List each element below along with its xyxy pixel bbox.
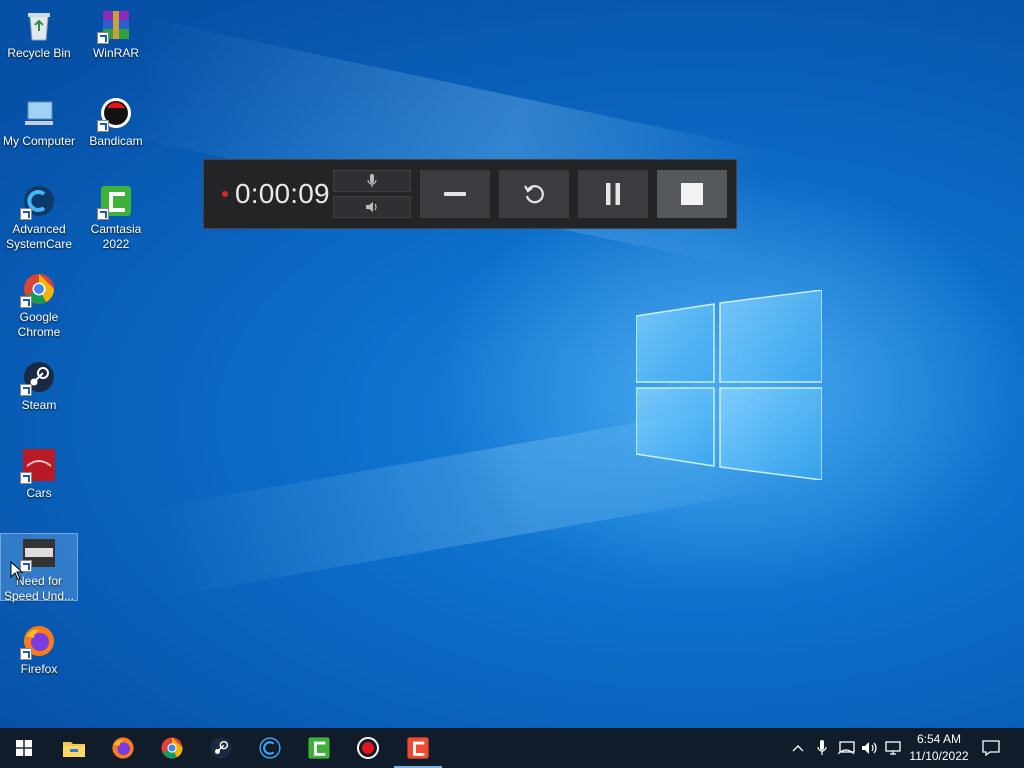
advanced-systemcare-icon [20, 184, 56, 220]
advanced-systemcare-icon [259, 737, 281, 759]
pause-icon [606, 183, 620, 205]
mouse-cursor [10, 561, 24, 581]
camtasia-recorder-icon [407, 737, 429, 759]
winrar-icon [97, 8, 133, 44]
desktop-icon-bandicam[interactable]: Bandicam [78, 90, 154, 162]
shortcut-arrow-icon [20, 384, 32, 396]
bandicam-icon [357, 737, 379, 759]
shortcut-arrow-icon [97, 32, 109, 44]
chrome-icon [20, 272, 56, 308]
tray-network[interactable] [836, 738, 856, 758]
camtasia-icon [308, 737, 330, 759]
recording-timer: 0:00:09 [235, 178, 330, 209]
shortcut-arrow-icon [20, 208, 32, 220]
recording-indicator [222, 191, 228, 197]
desktop-icon-google-chrome[interactable]: Google Chrome [1, 266, 77, 339]
desktop-icon-firefox[interactable]: Firefox [1, 618, 77, 690]
shortcut-arrow-icon [97, 208, 109, 220]
file-explorer-icon [63, 742, 85, 757]
desktop-icon-label: WinRAR [92, 46, 139, 60]
show-hidden-icons[interactable] [788, 738, 808, 758]
desktop-icon-advanced-systemcare[interactable]: Advanced SystemCare [1, 178, 77, 251]
desktop-icon-label: Advanced SystemCare [5, 222, 73, 251]
tray-microphone[interactable] [812, 738, 832, 758]
action-center-button[interactable] [981, 738, 1001, 758]
pause-recording-button[interactable] [578, 170, 648, 218]
desktop-icon-label: Google Chrome [17, 310, 61, 339]
camtasia-icon [97, 184, 133, 220]
minimize-icon [444, 192, 466, 196]
desktop-icon-label: Steam [21, 398, 57, 412]
cars-icon [20, 448, 56, 484]
shortcut-arrow-icon [20, 648, 32, 660]
taskbar-bandicam[interactable] [344, 728, 392, 768]
chevron-up-icon [792, 745, 804, 752]
desktop[interactable]: Recycle Bin WinRAR My Computer Bandicam … [0, 0, 1024, 728]
taskbar-chrome[interactable] [148, 728, 196, 768]
chrome-icon [161, 737, 183, 759]
desktop-icon-recycle-bin[interactable]: Recycle Bin [1, 2, 77, 74]
desktop-icon-my-computer[interactable]: My Computer [1, 90, 77, 162]
stop-recording-button[interactable] [657, 170, 727, 218]
volume-icon [862, 742, 877, 754]
taskbar-advanced-systemcare[interactable] [246, 728, 294, 768]
windows-logo [636, 290, 822, 480]
desktop-icon-camtasia[interactable]: Camtasia 2022 [78, 178, 154, 251]
microphone-button[interactable] [333, 170, 411, 192]
minimize-toolbar-button[interactable] [420, 170, 490, 218]
taskbar-camtasia[interactable] [295, 728, 343, 768]
taskbar-firefox[interactable] [99, 728, 147, 768]
tray-volume[interactable] [860, 738, 880, 758]
desktop-icon-steam[interactable]: Steam [1, 354, 77, 426]
desktop-icon-cars[interactable]: Cars [1, 442, 77, 514]
tray-display[interactable] [884, 738, 904, 758]
display-icon [885, 741, 901, 755]
shortcut-arrow-icon [97, 120, 109, 132]
desktop-icon-label: Bandicam [89, 134, 143, 148]
desktop-icon-label: My Computer [2, 134, 76, 148]
notification-icon [982, 740, 1000, 756]
taskbar: 6:54 AM 11/10/2022 [0, 728, 1024, 768]
start-icon [16, 740, 32, 756]
light-beam [121, 18, 773, 269]
shortcut-arrow-icon [20, 296, 32, 308]
recycle-bin-icon [22, 8, 56, 42]
system-clock[interactable]: 6:54 AM 11/10/2022 [904, 731, 974, 765]
firefox-icon [20, 624, 56, 660]
clock-date: 11/10/2022 [909, 749, 969, 763]
desktop-icon-label: Recycle Bin [7, 46, 71, 60]
desktop-icon-winrar[interactable]: WinRAR [78, 2, 154, 74]
taskbar-steam[interactable] [197, 728, 245, 768]
steam-icon [210, 737, 232, 759]
bandicam-icon [97, 96, 133, 132]
network-icon [837, 741, 855, 755]
taskbar-file-explorer[interactable] [50, 728, 98, 768]
firefox-icon [112, 737, 134, 759]
computer-icon [22, 96, 56, 130]
taskbar-camtasia-recorder[interactable] [394, 728, 442, 768]
mic-icon [817, 740, 827, 755]
desktop-icon-label: Cars [26, 486, 52, 500]
desktop-icon-label: Camtasia 2022 [90, 222, 142, 251]
steam-icon [20, 360, 56, 396]
speaker-icon [366, 202, 377, 212]
stop-icon [681, 183, 703, 205]
restart-recording-button[interactable] [499, 170, 569, 218]
nfs-icon [20, 536, 56, 572]
recording-toolbar[interactable]: 0:00:09 [203, 159, 737, 229]
start-button[interactable] [0, 728, 48, 768]
restart-icon [524, 185, 544, 204]
system-audio-button[interactable] [333, 196, 411, 218]
mic-icon [367, 174, 377, 187]
clock-time: 6:54 AM [916, 732, 962, 746]
desktop-icon-label: Firefox [20, 662, 58, 676]
shortcut-arrow-icon [20, 472, 32, 484]
